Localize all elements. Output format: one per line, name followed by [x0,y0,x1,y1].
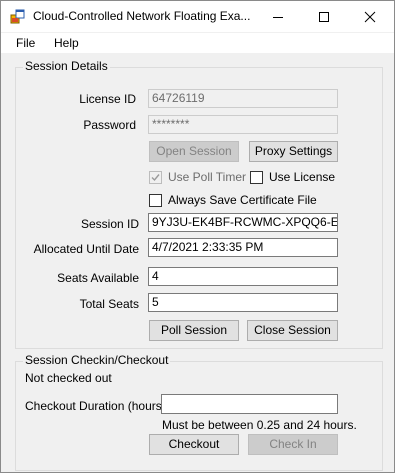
always-save-certificate-label: Always Save Certificate File [168,193,317,207]
total-seats-label: Total Seats [79,297,139,311]
checkout-status-text: Not checked out [25,371,112,385]
checkbox-box [250,171,263,184]
session-id-field[interactable]: 9YJ3U-EK4BF-RCWMC-XPQQ6-E54KZ [148,213,338,232]
use-poll-timer-label: Use Poll Timer [168,170,247,184]
use-license-checkbox[interactable]: Use License [250,170,340,185]
seats-available-label: Seats Available [57,271,139,285]
minimize-button[interactable] [255,1,301,32]
license-id-label: License ID [79,92,136,106]
window-title: Cloud-Controlled Network Floating Exa... [33,9,251,23]
use-poll-timer-checkbox[interactable]: Use Poll Timer [149,170,249,185]
session-id-label: Session ID [80,217,139,231]
menu-help[interactable]: Help [54,36,79,50]
proxy-settings-button[interactable]: Proxy Settings [249,141,338,162]
checkin-checkout-title: Session Checkin/Checkout [23,353,171,367]
checkout-duration-field[interactable] [161,394,338,414]
close-session-button[interactable]: Close Session [247,320,338,341]
duration-hint: Must be between 0.25 and 24 hours. [162,418,357,432]
close-icon [364,11,376,23]
license-id-field[interactable]: 64726119 [148,89,338,108]
total-seats-field[interactable]: 5 [148,293,338,312]
maximize-button[interactable] [301,1,347,32]
app-window: Cloud-Controlled Network Floating Exa...… [0,0,395,473]
main-panel: Session Details License ID 64726119 Pass… [1,53,394,472]
close-button[interactable] [347,1,393,32]
checkout-duration-label: Checkout Duration (hours): [25,399,170,413]
checkbox-box [149,194,162,207]
poll-session-button[interactable]: Poll Session [149,320,239,341]
password-field[interactable]: ******** [148,115,338,134]
maximize-icon [319,12,329,22]
allocated-until-field[interactable]: 4/7/2021 2:33:35 PM [148,238,338,257]
minimize-icon [273,17,283,18]
check-in-button[interactable]: Check In [248,434,338,455]
allocated-until-label: Allocated Until Date [33,242,139,256]
always-save-certificate-checkbox[interactable]: Always Save Certificate File [149,193,319,208]
checkmark-icon [151,174,160,182]
title-bar[interactable]: Cloud-Controlled Network Floating Exa... [1,1,394,32]
menu-file[interactable]: File [16,36,35,50]
session-details-title: Session Details [23,59,110,73]
seats-available-field[interactable]: 4 [148,267,338,286]
checkbox-box [149,171,162,184]
checkout-button[interactable]: Checkout [149,434,239,455]
app-icon [10,9,26,25]
open-session-button[interactable]: Open Session [149,141,239,162]
menu-bar: File Help [1,33,394,53]
use-license-label: Use License [269,170,336,184]
password-label: Password [83,118,136,132]
